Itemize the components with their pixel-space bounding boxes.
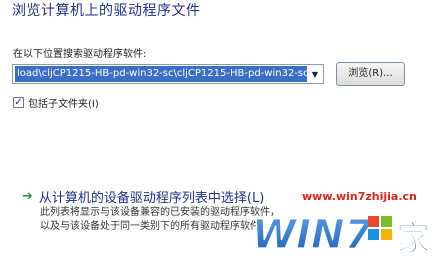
watermark-logo: WIN7 家 (251, 211, 430, 259)
svg-text:家: 家 (396, 219, 430, 259)
search-location-label: 在以下位置搜索驱动程序软件: (13, 49, 147, 60)
chevron-down-icon[interactable]: ▼ (307, 65, 323, 83)
browse-button[interactable]: 浏览(R)... (336, 62, 405, 86)
include-subfolders-checkbox[interactable]: ✓ (13, 97, 24, 108)
svg-text:WIN7: WIN7 (252, 212, 372, 258)
driver-browse-page: 浏览计算机上的驱动程序文件 在以下位置搜索驱动程序软件: load\cljCP1… (0, 0, 448, 270)
search-path-combobox[interactable]: load\cljCP1215-HB-pd-win32-sc\cljCP1215-… (12, 64, 324, 84)
pick-from-list-link[interactable]: ➔ 从计算机的设备驱动程序列表中选择(L) (22, 187, 264, 206)
include-subfolders-label: 包括子文件夹(I) (28, 99, 99, 110)
include-subfolders-option[interactable]: ✓ 包括子文件夹(I) (13, 95, 99, 110)
search-path-input[interactable]: load\cljCP1215-HB-pd-win32-sc\cljCP1215-… (15, 66, 307, 82)
page-title: 浏览计算机上的驱动程序文件 (12, 3, 201, 19)
green-arrow-icon: ➔ (22, 188, 33, 204)
pick-from-list-title[interactable]: 从计算机的设备驱动程序列表中选择(L) (39, 187, 264, 206)
